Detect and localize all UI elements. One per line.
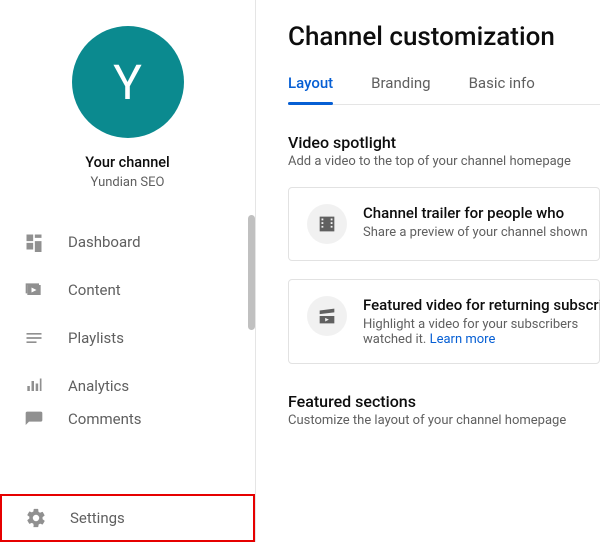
sidebar-item-label: Dashboard xyxy=(68,233,141,251)
section-desc-featured: Customize the layout of your channel hom… xyxy=(288,413,600,428)
section-desc-spotlight: Add a video to the top of your channel h… xyxy=(288,154,600,169)
sidebar: Y Your channel Yundian SEO Dashboard Con… xyxy=(0,0,256,542)
sidebar-item-analytics[interactable]: Analytics xyxy=(0,362,255,410)
analytics-icon xyxy=(22,374,46,398)
gear-icon xyxy=(24,506,48,530)
scrollbar-thumb[interactable] xyxy=(248,215,255,330)
card-featured-video[interactable]: Featured video for returning subscribers… xyxy=(288,279,600,364)
sidebar-item-label: Settings xyxy=(70,509,125,527)
channel-name: Yundian SEO xyxy=(91,175,165,190)
channel-title: Your channel xyxy=(85,154,169,171)
card-body: Featured video for returning subscribers… xyxy=(363,296,581,347)
sidebar-item-label: Analytics xyxy=(68,377,129,395)
card-sub-line2: watched it. xyxy=(363,332,430,347)
card-sub: Share a preview of your channel shown xyxy=(363,225,581,240)
section-title-featured: Featured sections xyxy=(288,392,600,411)
tab-label: Branding xyxy=(371,74,430,92)
profile-card: Y Your channel Yundian SEO xyxy=(0,0,255,208)
sidebar-item-settings[interactable]: Settings xyxy=(0,494,255,542)
card-body: Channel trailer for people who Share a p… xyxy=(363,204,581,240)
sidebar-item-label: Comments xyxy=(68,410,142,428)
learn-more-link[interactable]: Learn more xyxy=(430,332,496,347)
film-icon xyxy=(307,204,347,244)
sidebar-item-label: Playlists xyxy=(68,329,124,347)
clip-icon xyxy=(307,296,347,336)
avatar[interactable]: Y xyxy=(72,26,184,138)
main-content: Channel customization Layout Branding Ba… xyxy=(256,0,600,542)
dashboard-icon xyxy=(22,230,46,254)
comments-icon xyxy=(22,410,46,434)
tab-label: Basic info xyxy=(469,74,535,92)
sidebar-item-content[interactable]: Content xyxy=(0,266,255,314)
playlists-icon xyxy=(22,326,46,350)
tab-branding[interactable]: Branding xyxy=(371,74,430,104)
sidebar-item-comments[interactable]: Comments xyxy=(0,410,255,438)
card-title: Featured video for returning subscribers xyxy=(363,296,581,314)
avatar-letter: Y xyxy=(113,54,142,111)
tab-layout[interactable]: Layout xyxy=(288,74,333,104)
card-sub-line1: Highlight a video for your subscribers xyxy=(363,317,578,332)
sidebar-nav: Dashboard Content Playlists Analytics Co… xyxy=(0,218,255,494)
content-icon xyxy=(22,278,46,302)
card-title: Channel trailer for people who xyxy=(363,204,581,222)
card-channel-trailer[interactable]: Channel trailer for people who Share a p… xyxy=(288,187,600,261)
tabs: Layout Branding Basic info xyxy=(288,74,600,105)
sidebar-item-playlists[interactable]: Playlists xyxy=(0,314,255,362)
tab-label: Layout xyxy=(288,74,333,92)
sidebar-item-label: Content xyxy=(68,281,121,299)
sidebar-item-dashboard[interactable]: Dashboard xyxy=(0,218,255,266)
page-title: Channel customization xyxy=(288,22,600,52)
card-sub: Highlight a video for your subscribers w… xyxy=(363,317,581,347)
section-title-spotlight: Video spotlight xyxy=(288,133,600,152)
tab-basic-info[interactable]: Basic info xyxy=(469,74,535,104)
